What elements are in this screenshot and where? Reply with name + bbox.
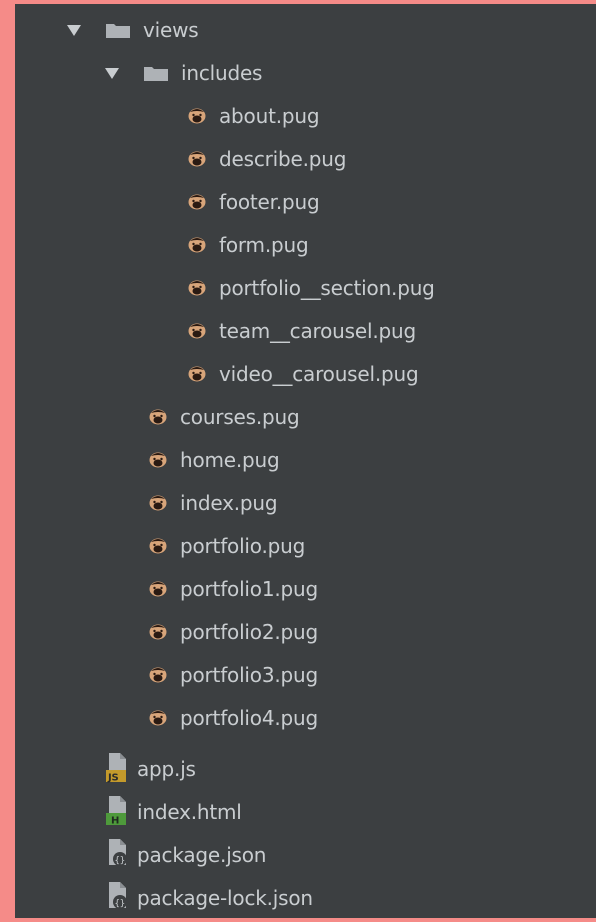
file-label: portfolio1.pug xyxy=(180,576,318,601)
file-label: video__carousel.pug xyxy=(219,361,419,386)
json-file-icon: {} xyxy=(109,838,127,866)
tree-file[interactable]: portfolio1.pug xyxy=(15,567,596,610)
tree-folder-views[interactable]: views xyxy=(15,8,596,51)
tree-file[interactable]: portfolio2.pug xyxy=(15,610,596,653)
pug-file-icon xyxy=(188,237,206,252)
file-label: app.js xyxy=(137,756,196,781)
html-badge-text: H xyxy=(111,815,119,826)
tree-file-app-js[interactable]: JS app.js xyxy=(15,747,596,790)
json-badge-text: {} xyxy=(115,856,125,866)
file-label: describe.pug xyxy=(219,146,347,171)
pug-file-icon xyxy=(149,667,167,682)
tree-file[interactable]: portfolio__section.pug xyxy=(15,266,596,309)
pug-file-icon xyxy=(149,452,167,467)
tree-file[interactable]: portfolio.pug xyxy=(15,524,596,567)
pug-file-icon xyxy=(188,194,206,209)
folder-icon xyxy=(106,23,130,38)
file-label: portfolio4.pug xyxy=(180,705,318,730)
html-file-icon: H xyxy=(106,795,126,826)
tree-file[interactable]: courses.pug xyxy=(15,395,596,438)
pug-file-icon xyxy=(149,538,167,553)
tree-file[interactable]: footer.pug xyxy=(15,180,596,223)
pug-file-icon xyxy=(188,323,206,338)
file-label: courses.pug xyxy=(180,404,300,429)
file-label: portfolio3.pug xyxy=(180,662,318,687)
tree-file-package-json[interactable]: {} package.json xyxy=(15,833,596,876)
tree-file[interactable]: video__carousel.pug xyxy=(15,352,596,395)
folder-icon xyxy=(144,66,168,81)
file-label: index.html xyxy=(137,799,242,824)
tree-file[interactable]: describe.pug xyxy=(15,137,596,180)
pug-file-icon xyxy=(188,280,206,295)
pug-file-icon xyxy=(149,581,167,596)
file-label: team__carousel.pug xyxy=(219,318,416,343)
tree-file[interactable]: index.pug xyxy=(15,481,596,524)
project-file-tree: views includes about.pug describe.pug fo… xyxy=(15,4,596,918)
folder-label: includes xyxy=(181,60,263,85)
tree-file-index-html[interactable]: H index.html xyxy=(15,790,596,833)
tree-file[interactable]: form.pug xyxy=(15,223,596,266)
file-label: package.json xyxy=(137,842,267,867)
pug-file-icon xyxy=(149,624,167,639)
tree-file[interactable]: team__carousel.pug xyxy=(15,309,596,352)
tree-file[interactable]: portfolio3.pug xyxy=(15,653,596,696)
expand-arrow-icon[interactable] xyxy=(103,64,121,82)
pug-file-icon xyxy=(188,108,206,123)
pug-file-icon xyxy=(188,366,206,381)
js-badge-text: JS xyxy=(107,772,119,783)
file-label: about.pug xyxy=(219,103,320,128)
file-label: home.pug xyxy=(180,447,280,472)
js-file-icon: JS xyxy=(106,752,126,783)
folder-label: views xyxy=(143,17,199,42)
file-label: footer.pug xyxy=(219,189,320,214)
json-badge-text: {} xyxy=(115,899,125,909)
file-label: portfolio2.pug xyxy=(180,619,318,644)
pug-file-icon xyxy=(149,710,167,725)
file-label: form.pug xyxy=(219,232,309,257)
pug-file-icon xyxy=(149,495,167,510)
tree-file[interactable]: portfolio4.pug xyxy=(15,696,596,739)
file-label: portfolio__section.pug xyxy=(219,275,435,300)
pug-file-icon xyxy=(149,409,167,424)
expand-arrow-icon[interactable] xyxy=(65,21,83,39)
file-label: package-lock.json xyxy=(137,885,313,910)
file-label: index.pug xyxy=(180,490,278,515)
tree-file[interactable]: home.pug xyxy=(15,438,596,481)
tree-file-package-lock-json[interactable]: {} package-lock.json xyxy=(15,876,596,918)
tree-file[interactable]: about.pug xyxy=(15,94,596,137)
pug-file-icon xyxy=(188,151,206,166)
tree-folder-includes[interactable]: includes xyxy=(15,51,596,94)
json-file-icon: {} xyxy=(109,881,127,909)
file-label: portfolio.pug xyxy=(180,533,306,558)
